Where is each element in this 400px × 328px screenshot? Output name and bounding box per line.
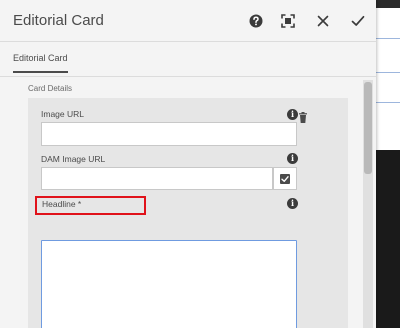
image-url-info-icon[interactable]: i	[287, 109, 298, 120]
help-button[interactable]	[248, 13, 264, 29]
dam-image-url-info-icon[interactable]: i	[287, 153, 298, 164]
headline-info-icon[interactable]: i	[287, 198, 298, 209]
background-dark-area	[376, 150, 400, 328]
picker-icon	[280, 174, 290, 184]
tab-bar: Editorial Card	[0, 43, 376, 77]
dialog-title: Editorial Card	[13, 12, 104, 29]
done-button[interactable]	[350, 13, 366, 29]
dialog-header: Editorial Card	[0, 0, 376, 42]
dam-image-url-label: DAM Image URL	[41, 154, 106, 164]
help-icon	[249, 14, 263, 28]
fullscreen-button[interactable]	[280, 13, 296, 29]
screen: Editorial Card Editorial Card Card Detai…	[0, 0, 400, 328]
dam-image-url-input[interactable]	[41, 167, 273, 190]
section-label-card-details: Card Details	[28, 84, 73, 93]
close-button[interactable]	[315, 13, 331, 29]
fullscreen-icon	[281, 14, 295, 28]
image-url-input[interactable]	[41, 122, 297, 146]
trash-icon[interactable]	[298, 112, 308, 123]
editorial-card-dialog: Editorial Card Editorial Card Card Detai…	[0, 0, 376, 328]
image-url-label: Image URL	[41, 109, 84, 119]
close-icon	[317, 15, 329, 27]
headline-textarea[interactable]	[41, 240, 297, 328]
tab-editorial-card[interactable]: Editorial Card	[13, 53, 68, 73]
dialog-scrollbar[interactable]	[363, 80, 373, 328]
checkmark-icon	[351, 15, 365, 26]
scrollbar-thumb[interactable]	[364, 82, 372, 174]
dam-picker-button[interactable]	[273, 167, 297, 190]
headline-highlight-box	[35, 196, 146, 215]
